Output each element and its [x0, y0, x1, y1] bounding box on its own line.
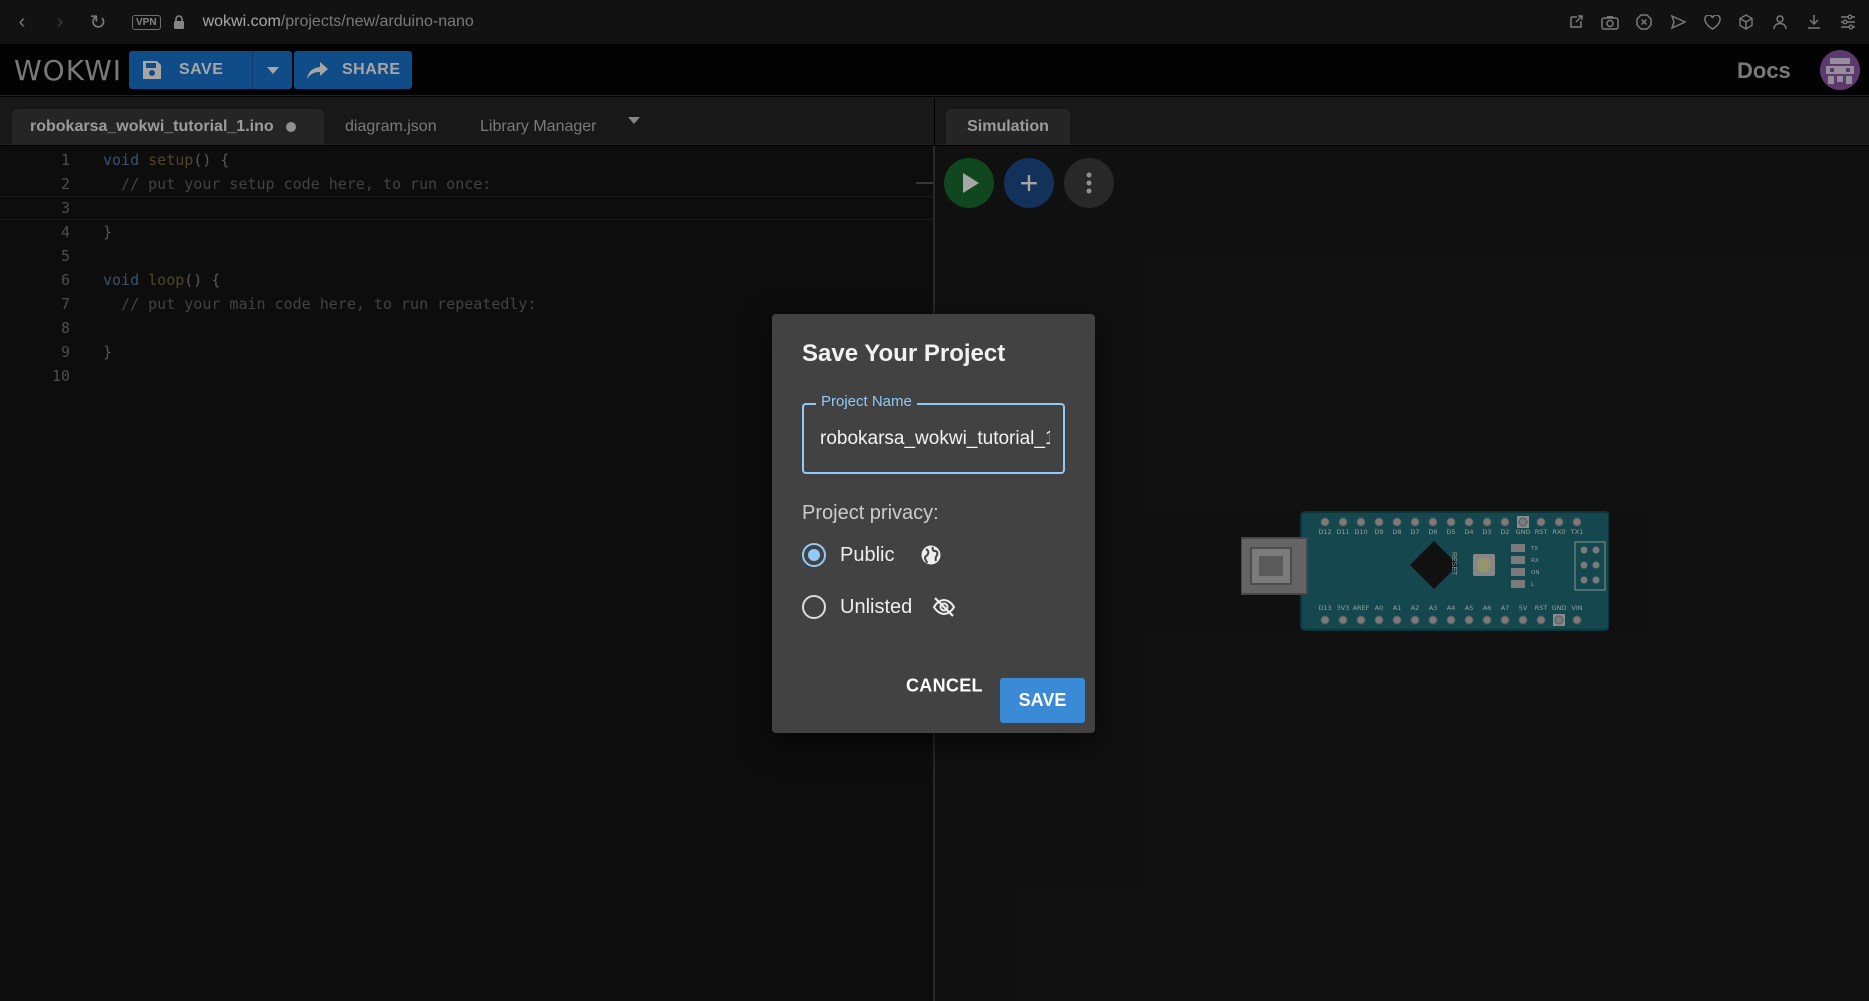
save-project-dialog: Save Your Project Project Name Project p…	[772, 314, 1095, 733]
public-radio[interactable]	[802, 543, 826, 567]
dialog-title: Save Your Project	[802, 340, 1006, 367]
project-name-label: Project Name	[816, 393, 917, 410]
unlisted-radio[interactable]	[802, 595, 826, 619]
privacy-label: Project privacy:	[802, 502, 939, 524]
public-label: Public	[840, 543, 895, 566]
globe-icon	[920, 543, 944, 567]
cancel-button[interactable]: CANCEL	[906, 676, 983, 697]
project-name-input[interactable]	[820, 428, 1050, 450]
project-name-field[interactable]: Project Name	[802, 393, 1065, 474]
privacy-option-unlisted[interactable]: Unlisted	[802, 593, 956, 621]
dialog-save-button[interactable]: SAVE	[1000, 678, 1085, 723]
unlisted-label: Unlisted	[840, 595, 913, 618]
privacy-option-public[interactable]: Public	[802, 541, 944, 569]
visibility-off-icon	[932, 595, 956, 619]
